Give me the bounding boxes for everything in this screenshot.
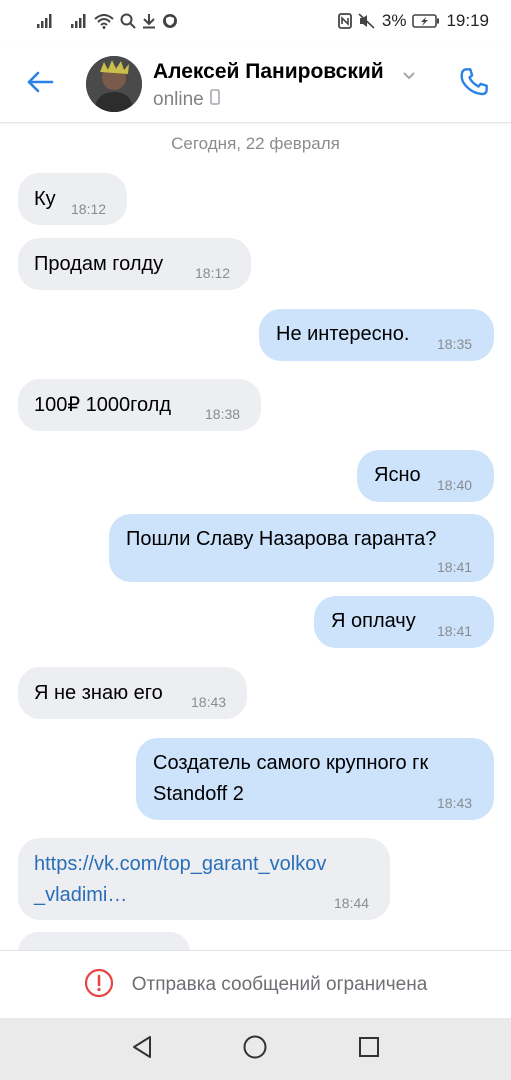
chat-header: Алексей Панировский online — [0, 42, 511, 123]
message-text: Пошли Славу Назарова гаранта? — [126, 528, 437, 550]
message-bubble-outgoing[interactable]: Не интересно. 18:35 — [259, 309, 494, 361]
download-icon — [142, 13, 156, 29]
message-time: 18:43 — [191, 694, 227, 710]
nav-home-button[interactable] — [238, 1032, 272, 1066]
circle-home-icon — [242, 1034, 268, 1065]
message-text: Ку — [34, 188, 56, 210]
battery-percent: 3% — [381, 11, 407, 30]
message-bubble-incoming[interactable]: Ку 18:12 — [18, 173, 127, 225]
phone-icon — [458, 66, 490, 103]
message-text-line1: Создатель самого крупного гк — [153, 752, 429, 774]
chevron-down-icon[interactable] — [402, 68, 416, 86]
message-link-line1[interactable]: https://vk.com/top_garant_volkov — [34, 850, 326, 878]
system-navigation-bar — [0, 1018, 511, 1080]
online-status-text: online — [153, 89, 204, 110]
status-bar-left — [36, 13, 178, 29]
message-bubble-outgoing[interactable]: Пошли Славу Назарова гаранта? 18:41 — [109, 514, 494, 582]
message-bubble-incoming[interactable]: Продам голду 18:12 — [18, 238, 251, 290]
messaging-restricted-bar: Отправка сообщений ограничена — [0, 950, 511, 1019]
battery-icon — [412, 13, 440, 29]
status-bar-right: 3% 19:19 — [337, 11, 489, 31]
message-time: 18:35 — [437, 336, 473, 352]
message-time: 18:41 — [437, 623, 473, 639]
avatar[interactable] — [86, 56, 142, 112]
message-text: Продам голду — [34, 253, 164, 275]
arrow-left-icon — [26, 70, 54, 99]
message-time: 18:43 — [437, 795, 473, 811]
message-text: Я не знаю его — [34, 682, 163, 704]
clock: 19:19 — [446, 11, 489, 30]
message-time: 18:41 — [437, 559, 473, 575]
wifi-icon — [94, 13, 114, 29]
message-link-line2[interactable]: _vladimi… — [34, 881, 127, 909]
square-recents-icon — [357, 1035, 381, 1064]
message-time: 18:38 — [205, 406, 241, 422]
message-time: 18:12 — [195, 265, 231, 281]
shield-icon — [162, 13, 178, 29]
mute-icon — [358, 13, 376, 29]
contact-status: online — [153, 89, 220, 111]
contact-name[interactable]: Алексей Панировский — [153, 60, 384, 84]
signal-icon — [36, 13, 54, 29]
messaging-restricted-text: Отправка сообщений ограничена — [131, 974, 428, 995]
message-bubble-incoming[interactable]: https://vk.com/top_garant_volkov _vladim… — [18, 838, 390, 920]
signal-icon-2 — [70, 13, 88, 29]
triangle-back-icon — [130, 1034, 154, 1065]
search-icon — [120, 13, 136, 29]
message-bubble-incoming[interactable]: Я не знаю его 18:43 — [18, 667, 247, 719]
message-text-line2: Standoff 2 — [153, 783, 244, 805]
call-button[interactable] — [452, 62, 496, 106]
mobile-phone-icon — [209, 89, 220, 111]
message-text: 100₽ 1000голд — [34, 394, 172, 416]
date-separator: Сегодня, 22 февраля — [171, 134, 340, 153]
message-time: 18:44 — [334, 895, 370, 911]
nav-back-button[interactable] — [125, 1032, 159, 1066]
back-button[interactable] — [20, 64, 60, 104]
nfc-icon — [337, 13, 352, 29]
message-time: 18:40 — [437, 477, 473, 493]
status-bar: 3% 19:19 — [0, 0, 511, 42]
nav-recents-button[interactable] — [352, 1032, 386, 1066]
message-time: 18:12 — [71, 201, 107, 217]
alert-circle-icon — [84, 968, 114, 1003]
message-text: Я оплачу — [331, 610, 416, 632]
message-bubble-outgoing[interactable]: Создатель самого крупного гк Standoff 2 … — [136, 738, 494, 820]
message-text: Ясно — [374, 464, 421, 486]
message-bubble-incoming[interactable]: 100₽ 1000голд 18:38 — [18, 379, 261, 431]
message-bubble-outgoing[interactable]: Я оплачу 18:41 — [314, 596, 494, 648]
message-text: Не интересно. — [276, 323, 410, 345]
message-bubble-outgoing[interactable]: Ясно 18:40 — [357, 450, 494, 502]
